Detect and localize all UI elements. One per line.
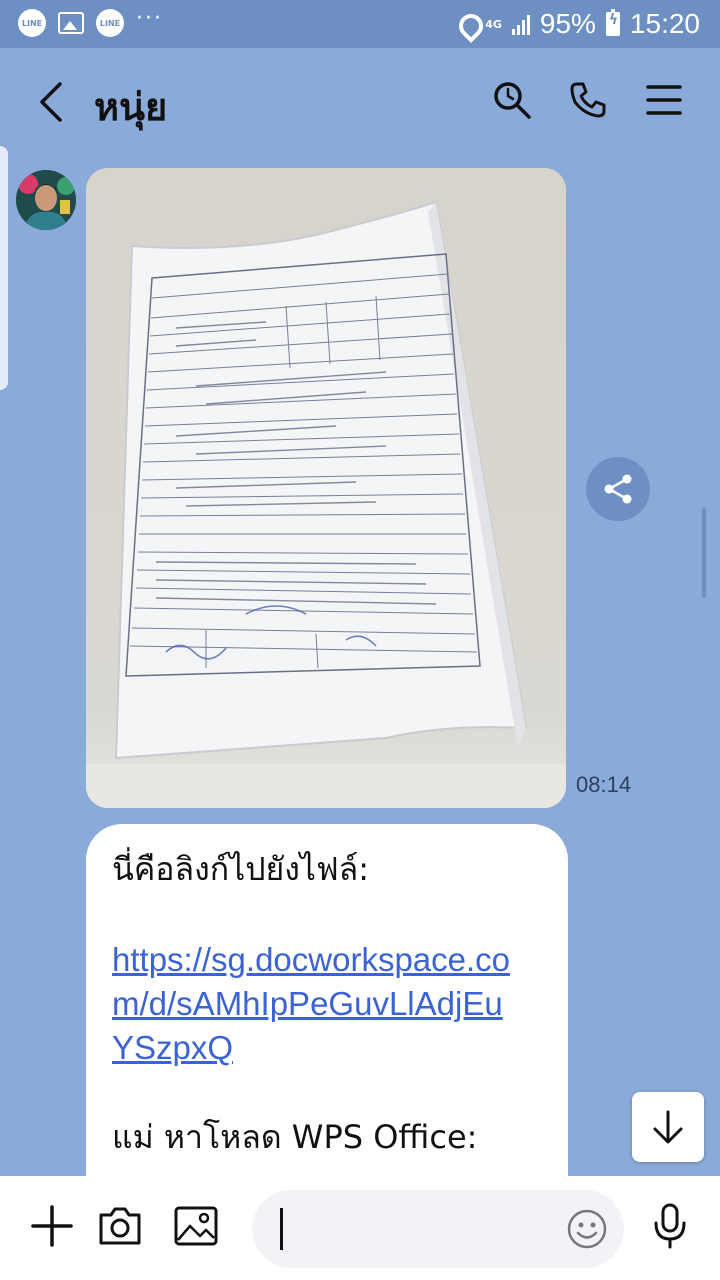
message-input-bar — [0, 1176, 720, 1280]
chat-header: หนุ่ย — [0, 48, 720, 158]
text-caret — [280, 1208, 283, 1250]
call-button[interactable] — [566, 78, 610, 122]
camera-icon — [99, 1207, 141, 1245]
add-button[interactable] — [28, 1202, 76, 1250]
side-drawer-handle[interactable] — [0, 146, 8, 390]
avatar[interactable] — [16, 170, 76, 230]
phone-icon — [570, 82, 606, 118]
chat-title: หนุ่ย — [94, 85, 168, 129]
status-bar: LINE LINE ··· 4G 95% 15:20 — [0, 0, 720, 48]
emoji-button[interactable] — [566, 1208, 608, 1250]
avatar-image — [16, 170, 76, 230]
share-button[interactable] — [586, 457, 650, 521]
camera-button[interactable] — [96, 1202, 144, 1250]
plus-icon — [31, 1205, 73, 1247]
back-button[interactable] — [30, 78, 74, 126]
search-button[interactable] — [490, 78, 534, 122]
message-input[interactable] — [286, 1204, 546, 1254]
message-field[interactable] — [252, 1190, 624, 1268]
arrow-down-icon — [653, 1110, 683, 1144]
share-icon — [604, 474, 632, 504]
location-icon — [459, 14, 475, 34]
mic-icon — [654, 1203, 686, 1249]
line-app-icon: LINE — [18, 9, 46, 37]
notification-icons: LINE LINE ··· — [18, 6, 163, 37]
message-intro: นี่คือลิงก์ไปยังไฟล์: — [112, 850, 370, 888]
search-icon — [494, 82, 531, 119]
message-footer: แม่ หาโหลด WPS Office: — [112, 1118, 478, 1156]
gallery-icon — [58, 12, 84, 34]
signal-icon — [511, 13, 530, 35]
line-app-icon-2: LINE — [96, 9, 124, 37]
more-notifications-icon: ··· — [136, 6, 163, 31]
message-time: 08:14 — [576, 772, 632, 797]
network-type: 4G — [485, 17, 502, 31]
voice-button[interactable] — [646, 1202, 694, 1250]
image-button[interactable] — [172, 1202, 220, 1250]
emoji-icon — [567, 1209, 607, 1249]
menu-button[interactable] — [642, 78, 686, 122]
battery-icon — [605, 9, 620, 36]
back-icon — [40, 82, 62, 122]
menu-icon — [646, 85, 682, 115]
scrollbar[interactable] — [702, 508, 706, 598]
document-photo — [86, 168, 566, 808]
image-message[interactable] — [86, 168, 566, 808]
clock: 15:20 — [629, 8, 700, 39]
file-link[interactable]: https://sg.docworkspace.com/d/sAMhIpPeGu… — [112, 938, 512, 1070]
battery-percent: 95% — [539, 8, 596, 39]
scroll-to-bottom-button[interactable] — [632, 1092, 704, 1162]
system-icons: 4G 95% 15:20 — [459, 8, 700, 40]
image-icon — [174, 1206, 218, 1246]
